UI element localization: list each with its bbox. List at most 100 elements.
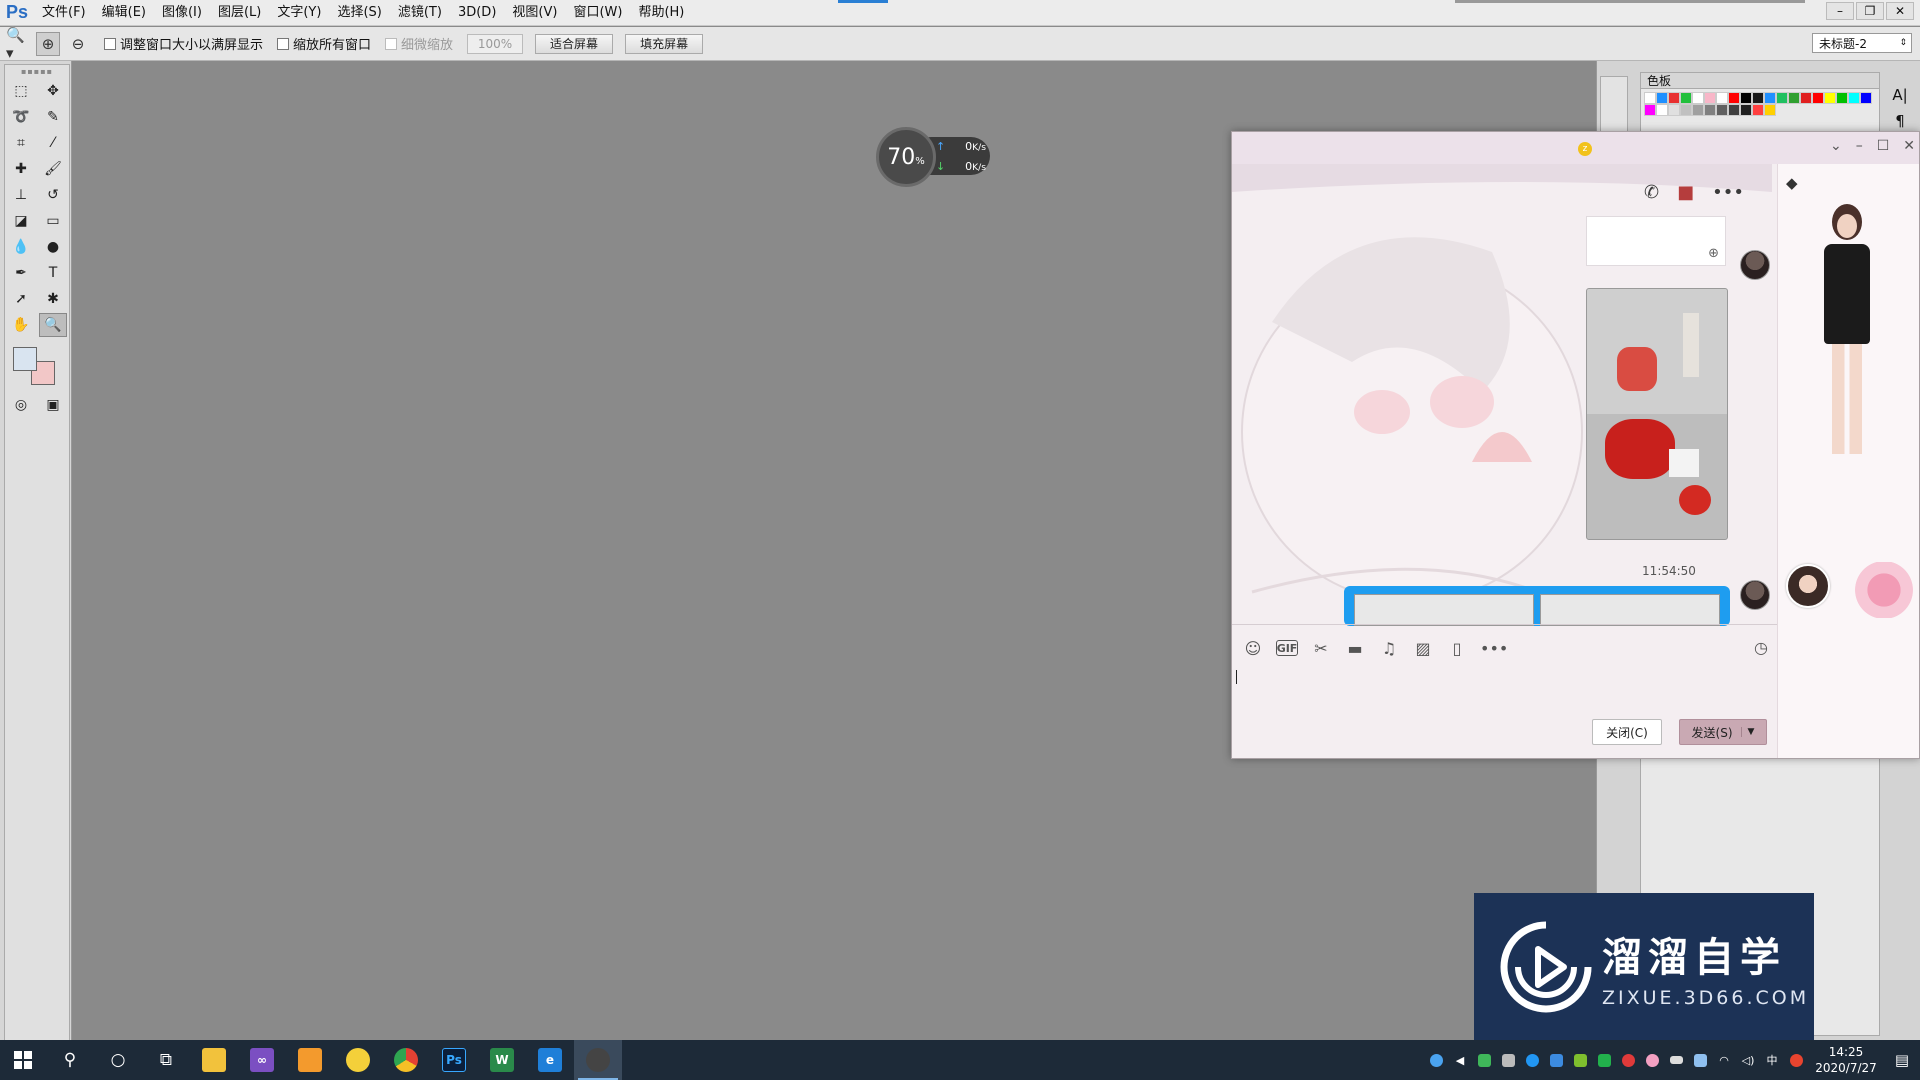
quick-mask-icon[interactable]: ◎ (7, 393, 35, 417)
eyedropper-tool-icon[interactable]: ⁄ (39, 131, 67, 155)
color-swatch[interactable] (1668, 104, 1680, 116)
more-icon[interactable]: ••• (1480, 639, 1508, 658)
menu-edit[interactable]: 编辑(E) (94, 0, 154, 26)
music-icon[interactable]: ♫ (1378, 639, 1400, 658)
notification-center-icon[interactable]: ▤ (1884, 1051, 1920, 1069)
paragraph-panel-icon[interactable]: ¶ (1895, 112, 1905, 130)
taskbar-photoshop[interactable]: Ps (430, 1040, 478, 1080)
volume-icon[interactable]: ◁) (1738, 1050, 1758, 1070)
fit-screen-button[interactable]: 适合屏幕 (535, 33, 614, 54)
taskbar-file-explorer[interactable] (190, 1040, 238, 1080)
color-swatch[interactable] (1848, 92, 1860, 104)
menu-window[interactable]: 窗口(W) (565, 0, 630, 26)
toolbox-grip[interactable]: ▪▪▪▪▪ (5, 65, 69, 77)
zoom-tool-icon[interactable]: 🔍 (39, 313, 67, 337)
color-swatch[interactable] (1812, 92, 1824, 104)
avatar[interactable] (1740, 250, 1770, 280)
wifi-icon[interactable]: ◠ (1714, 1050, 1734, 1070)
checkbox-box[interactable] (385, 37, 398, 50)
shape-tool-icon[interactable]: ✱ (39, 287, 67, 311)
scissors-icon[interactable]: ✂ (1310, 639, 1332, 658)
tray-display-icon[interactable] (1690, 1050, 1710, 1070)
color-swatch[interactable] (1692, 92, 1704, 104)
gif-icon[interactable]: GIF (1276, 640, 1298, 656)
clone-stamp-tool-icon[interactable]: ⊥ (7, 183, 35, 207)
history-panel-icon[interactable] (1600, 76, 1628, 132)
zoom-percent-field[interactable]: 100% (467, 33, 524, 54)
color-swatch[interactable] (1788, 92, 1800, 104)
color-swatch[interactable] (1764, 92, 1776, 104)
type-tool-icon[interactable]: T (39, 261, 67, 285)
path-select-tool-icon[interactable]: ➚ (7, 287, 35, 311)
color-swatch[interactable] (1860, 92, 1872, 104)
tray-green-icon[interactable] (1594, 1050, 1614, 1070)
chat-scrollbar[interactable] (1766, 176, 1774, 626)
foreground-color-swatch[interactable] (13, 347, 37, 371)
gradient-tool-icon[interactable]: ▭ (39, 209, 67, 233)
hand-tool-icon[interactable]: ✋ (7, 313, 35, 337)
lasso-tool-icon[interactable]: ➰ (7, 105, 35, 129)
menu-help[interactable]: 帮助(H) (630, 0, 692, 26)
chevron-down-icon[interactable]: ⌄ (1830, 138, 1842, 154)
tray-app-icon[interactable] (1426, 1050, 1446, 1070)
dodge-tool-icon[interactable]: ● (39, 235, 67, 259)
fill-screen-button[interactable]: 填充屏幕 (625, 33, 704, 54)
menu-3d[interactable]: 3D(D) (450, 0, 504, 26)
taskbar-chat-app[interactable] (574, 1040, 622, 1080)
avatar[interactable] (1740, 580, 1770, 610)
sogou-input-icon[interactable] (1786, 1050, 1806, 1070)
maximize-icon[interactable]: ☐ (1877, 138, 1890, 154)
minimize-icon[interactable]: – (1856, 138, 1863, 154)
history-clock-icon[interactable]: ◷ (1750, 640, 1772, 656)
healing-brush-tool-icon[interactable]: ✚ (7, 157, 35, 181)
scrubby-zoom-checkbox[interactable]: 细微缩放 (385, 34, 453, 53)
send-button[interactable]: 发送(S) ▼ (1679, 719, 1767, 745)
tray-arrow-icon[interactable]: ◀ (1450, 1050, 1470, 1070)
color-swatch[interactable] (1716, 104, 1728, 116)
brush-tool-icon[interactable]: 🖌 (39, 157, 67, 181)
menu-filter[interactable]: 滤镜(T) (390, 0, 450, 26)
quick-select-tool-icon[interactable]: ✎ (39, 105, 67, 129)
color-swatch[interactable] (1704, 92, 1716, 104)
swatches-tab[interactable]: 色板 (1641, 73, 1879, 89)
color-swatch[interactable] (1776, 92, 1788, 104)
taskbar-app-green[interactable]: W (478, 1040, 526, 1080)
color-swatch[interactable] (1644, 104, 1656, 116)
color-swatch[interactable] (1740, 92, 1752, 104)
message-card[interactable]: ⊕ (1586, 216, 1726, 266)
color-swatch[interactable] (1656, 104, 1668, 116)
menu-file[interactable]: 文件(F) (34, 0, 94, 26)
color-swatch[interactable] (1704, 104, 1716, 116)
menu-layer[interactable]: 图层(L) (210, 0, 269, 26)
tray-skype-icon[interactable] (1522, 1050, 1542, 1070)
folder-icon[interactable]: ▬ (1344, 639, 1366, 658)
ime-indicator[interactable]: 中 (1762, 1050, 1782, 1070)
chat-message-input[interactable] (1234, 666, 1772, 706)
zoom-tool-preset-icon[interactable]: 🔍▾ (6, 26, 30, 62)
color-swatch[interactable] (1824, 92, 1836, 104)
minimize-icon[interactable]: – (1826, 2, 1854, 20)
tray-gpu-icon[interactable] (1570, 1050, 1590, 1070)
move-tool-icon[interactable]: ✥ (39, 79, 67, 103)
task-view-icon[interactable]: ⧉ (142, 1040, 190, 1080)
emoji-icon[interactable]: ☺ (1242, 639, 1264, 658)
voice-call-icon[interactable]: ✆ (1644, 182, 1659, 203)
color-swatch[interactable] (1764, 104, 1776, 116)
color-swatch[interactable] (1836, 92, 1848, 104)
color-swatch[interactable] (1716, 92, 1728, 104)
color-swatch[interactable] (1800, 92, 1812, 104)
image-icon[interactable]: ▨ (1412, 639, 1434, 658)
menu-select[interactable]: 选择(S) (329, 0, 389, 26)
chat-titlebar[interactable]: z ⌄ – ☐ ✕ (1232, 132, 1919, 164)
menu-type[interactable]: 文字(Y) (269, 0, 329, 26)
color-swatch[interactable] (1644, 92, 1656, 104)
history-brush-tool-icon[interactable]: ↺ (39, 183, 67, 207)
start-button[interactable] (0, 1040, 46, 1080)
tray-pink-icon[interactable] (1642, 1050, 1662, 1070)
tray-shield-icon[interactable] (1546, 1050, 1566, 1070)
search-icon[interactable]: ⚲ (46, 1040, 94, 1080)
diamond-icon[interactable]: ◆ (1786, 174, 1798, 192)
restore-icon[interactable]: ❐ (1856, 2, 1884, 20)
color-swatch[interactable] (1728, 104, 1740, 116)
tray-security-icon[interactable] (1474, 1050, 1494, 1070)
